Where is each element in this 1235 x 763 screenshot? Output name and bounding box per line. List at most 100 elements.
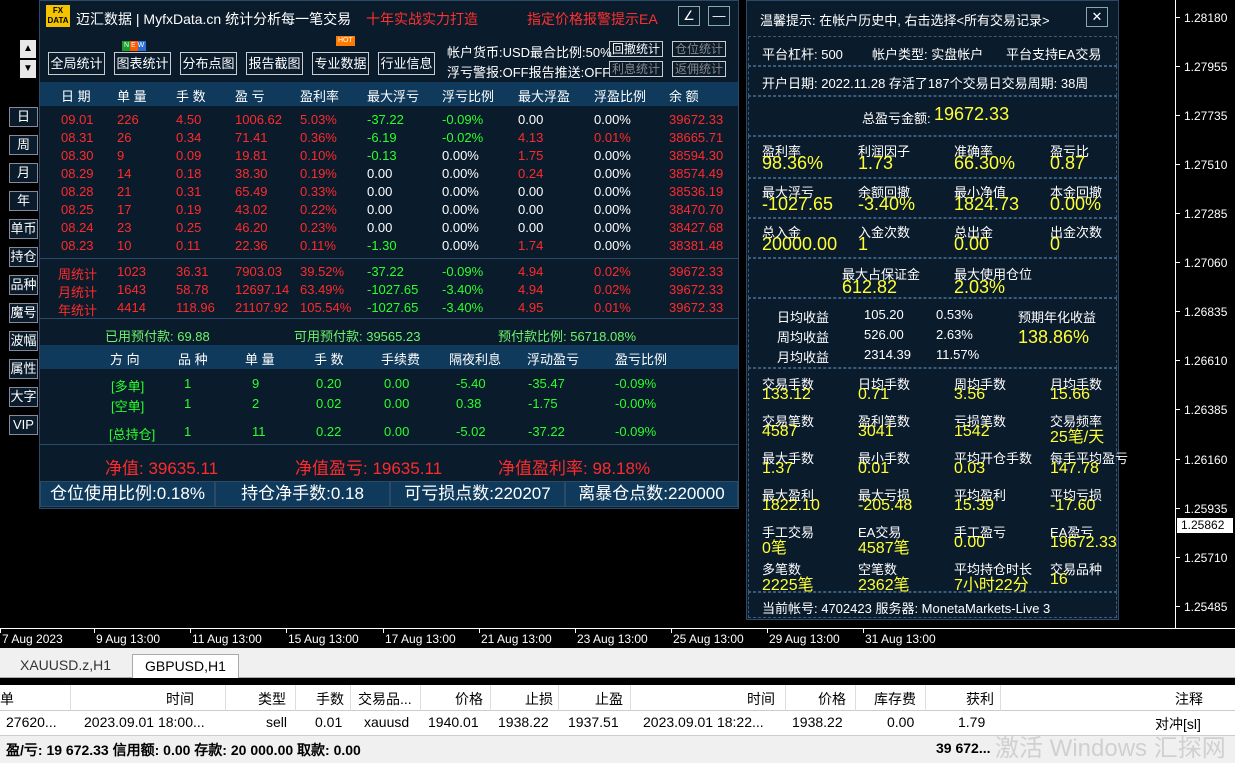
trade-stat-value: 19672.33 [1050, 534, 1117, 551]
trade-column-header[interactable]: 交易品... [358, 689, 412, 709]
table-cell: 10 [117, 238, 132, 253]
table-cell: 0.24 [518, 166, 544, 181]
margin-used: 已用预付款: 69.88 [105, 329, 210, 344]
table-cell: 0.19% [300, 166, 337, 181]
trade-stat-value: -17.60 [1050, 497, 1096, 514]
table-cell: 0.23% [300, 220, 337, 235]
table-cell: 0.09 [176, 148, 202, 163]
column-header: 浮盈比例 [594, 89, 647, 104]
table-cell: 0.33% [300, 184, 337, 199]
table-cell: 4.50 [176, 112, 202, 127]
column-header: 盈利率 [300, 89, 340, 104]
tab-xauusd[interactable]: XAUUSD.z,H1 [8, 654, 123, 678]
summary-text: 盈/亏: 19 672.33 信用额: 0.00 存款: 20 000.00 取… [6, 742, 361, 758]
annual-value: 138.86% [1018, 327, 1090, 347]
stat-value: 66.30% [954, 153, 1016, 173]
price-tick-label: 1.27955 [1184, 60, 1228, 74]
summary-cell: 0.02% [594, 282, 631, 297]
table-cell: 0.10% [300, 148, 337, 163]
side-button[interactable]: 月 [9, 163, 38, 183]
table-cell: 14 [117, 166, 132, 181]
trade-stat-value: 0.00 [954, 534, 986, 551]
trade-column-header[interactable]: 止损 [525, 689, 553, 709]
side-button[interactable]: 魔号 [9, 303, 38, 323]
price-tick-label: 1.25485 [1184, 600, 1228, 614]
nav-chart-stats[interactable]: 图表统计 [114, 52, 171, 75]
summary-cell: 年统计 [58, 303, 98, 318]
nav-pro-data[interactable]: 专业数据 [312, 52, 369, 75]
max-margin-section [748, 258, 1117, 298]
nav-report-screenshot[interactable]: 报告截图 [246, 52, 303, 75]
position-column-header: 手续费 [381, 352, 421, 367]
withdraw-stats-button[interactable]: 回撤统计 [609, 41, 664, 57]
avg-label: 月均收益 [777, 350, 830, 365]
trade-column-header[interactable]: 时间 [747, 689, 775, 709]
time-tick-label: 11 Aug 13:00 [190, 629, 262, 646]
margin-free: 可用预付款: 39565.23 [294, 329, 421, 344]
summary-cell: 月统计 [58, 285, 98, 300]
side-button[interactable]: 单币 [9, 219, 38, 239]
trade-column-header[interactable]: 单 [0, 689, 14, 709]
table-cell: 0.00% [442, 220, 479, 235]
stat-value: 1 [858, 234, 869, 254]
rebate-stats-button[interactable]: 返佣统计 [672, 61, 727, 77]
trade-cell: 1937.51 [568, 714, 619, 730]
position-column-header: 手 数 [314, 352, 344, 367]
side-button[interactable]: 品种 [9, 275, 38, 295]
table-cell: -6.19 [367, 130, 397, 145]
side-button[interactable]: 年 [9, 191, 38, 211]
interest-stats-button[interactable]: 利息统计 [609, 61, 664, 77]
position-stats-button[interactable]: 仓位统计 [672, 41, 727, 57]
column-header: 余 额 [669, 89, 699, 104]
trade-column-header[interactable]: 库存费 [874, 689, 916, 709]
margin-call-points: 离暴仓点数:220000 [565, 481, 738, 507]
float-alert-status: 浮亏警报:OFF报告推送:OFF [447, 65, 611, 80]
column-separator [925, 685, 926, 711]
edit-icon[interactable]: ∠ [678, 6, 700, 26]
table-cell: 0.11% [300, 238, 336, 253]
time-tick-label: 31 Aug 13:00 [863, 629, 936, 646]
minimize-icon[interactable]: — [708, 6, 730, 26]
trade-column-header[interactable]: 价格 [818, 689, 846, 709]
side-button[interactable]: 波幅 [9, 331, 38, 351]
table-cell: 38574.49 [669, 166, 724, 181]
price-alert-ea-link[interactable]: 指定价格报警提示EA [527, 9, 658, 29]
position-column-header: 浮动盈亏 [527, 352, 580, 367]
summary-total: 39 672... [936, 740, 991, 756]
trade-column-header[interactable]: 注释 [1175, 689, 1203, 709]
trade-column-header[interactable]: 类型 [258, 689, 286, 709]
table-cell: 226 [117, 112, 139, 127]
tab-gbpusd[interactable]: GBPUSD,H1 [132, 654, 239, 678]
side-button[interactable]: VIP [9, 415, 38, 435]
scroll-up-icon[interactable]: ▲ [20, 40, 36, 58]
summary-cell: 39672.33 [669, 282, 724, 297]
trade-column-header[interactable]: 获利 [966, 689, 994, 709]
column-header: 盈 亏 [235, 89, 265, 104]
close-icon[interactable]: ✕ [1086, 7, 1108, 27]
table-cell: 0.00% [594, 202, 631, 217]
side-button[interactable]: 属性 [9, 359, 38, 379]
column-separator [1000, 685, 1001, 711]
scroll-down-icon[interactable]: ▼ [20, 60, 36, 78]
table-cell: 65.49 [235, 184, 268, 199]
net-lots: 持仓净手数:0.18 [215, 481, 390, 507]
trade-column-header[interactable]: 价格 [455, 689, 483, 709]
summary-cell: 21107.92 [235, 300, 289, 315]
trade-column-header[interactable]: 时间 [166, 689, 194, 709]
trade-column-header[interactable]: 止盈 [595, 689, 623, 709]
side-button[interactable]: 大字 [9, 387, 38, 407]
trade-column-header[interactable]: 手数 [316, 689, 344, 709]
nav-global-stats[interactable]: 全局统计 [48, 52, 105, 75]
nav-distribution[interactable]: 分布点图 [180, 52, 237, 75]
side-button[interactable]: 持仓 [9, 247, 38, 267]
summary-cell: 105.54% [300, 300, 352, 315]
time-tick-label: 23 Aug 13:00 [575, 629, 648, 646]
side-button[interactable]: 日 [9, 107, 38, 127]
net-profit: 净值盈亏: 19635.11 [295, 459, 443, 478]
side-button[interactable]: 周 [9, 135, 38, 155]
position-total-cell: 1 [184, 424, 192, 439]
column-separator [630, 685, 631, 711]
nav-industry-info[interactable]: 行业信息 [378, 52, 435, 75]
position-total-cell: -0.09% [615, 424, 657, 439]
table-cell: 0.00% [442, 184, 479, 199]
